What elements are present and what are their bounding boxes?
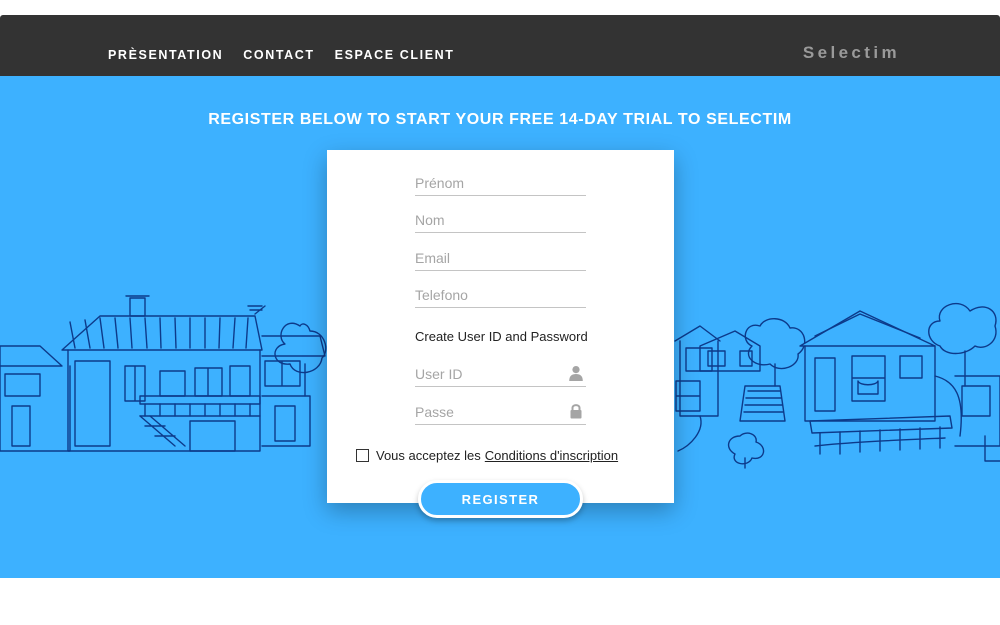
- terms-row: Vous acceptez les Conditions d'inscripti…: [356, 448, 618, 463]
- prenom-input[interactable]: [415, 172, 586, 194]
- nav-link-espace-client[interactable]: ESPACE CLIENT: [335, 48, 455, 62]
- passe-field: [415, 401, 586, 425]
- nav-links: PRÈSENTATION CONTACT ESPACE CLIENT: [108, 48, 475, 62]
- top-strip: [0, 0, 1000, 15]
- telefono-field: [415, 284, 586, 308]
- userid-input[interactable]: [415, 363, 586, 385]
- registration-form: Create User ID and Password Vous accepte…: [327, 150, 674, 503]
- nav-link-contact[interactable]: CONTACT: [243, 48, 314, 62]
- email-input[interactable]: [415, 247, 586, 269]
- create-credentials-label: Create User ID and Password: [415, 329, 588, 344]
- passe-input[interactable]: [415, 401, 586, 423]
- userid-field: [415, 363, 586, 387]
- navbar: PRÈSENTATION CONTACT ESPACE CLIENT Selec…: [0, 15, 1000, 76]
- lock-icon: [570, 404, 582, 419]
- hero-title: REGISTER BELOW TO START YOUR FREE 14-DAY…: [208, 111, 792, 128]
- nav-link-presentation[interactable]: PRÈSENTATION: [108, 48, 223, 62]
- nom-input[interactable]: [415, 209, 586, 231]
- prenom-field: [415, 172, 586, 196]
- terms-checkbox[interactable]: [356, 449, 369, 462]
- brand-logo[interactable]: Selectim: [803, 43, 900, 63]
- hero-section: REGISTER BELOW TO START YOUR FREE 14-DAY…: [0, 76, 1000, 578]
- telefono-input[interactable]: [415, 284, 586, 306]
- register-button[interactable]: REGISTER: [418, 480, 583, 518]
- terms-text: Vous acceptez les: [376, 448, 481, 463]
- user-icon: [569, 366, 583, 381]
- email-field: [415, 247, 586, 271]
- nom-field: [415, 209, 586, 233]
- terms-link[interactable]: Conditions d'inscription: [485, 448, 618, 463]
